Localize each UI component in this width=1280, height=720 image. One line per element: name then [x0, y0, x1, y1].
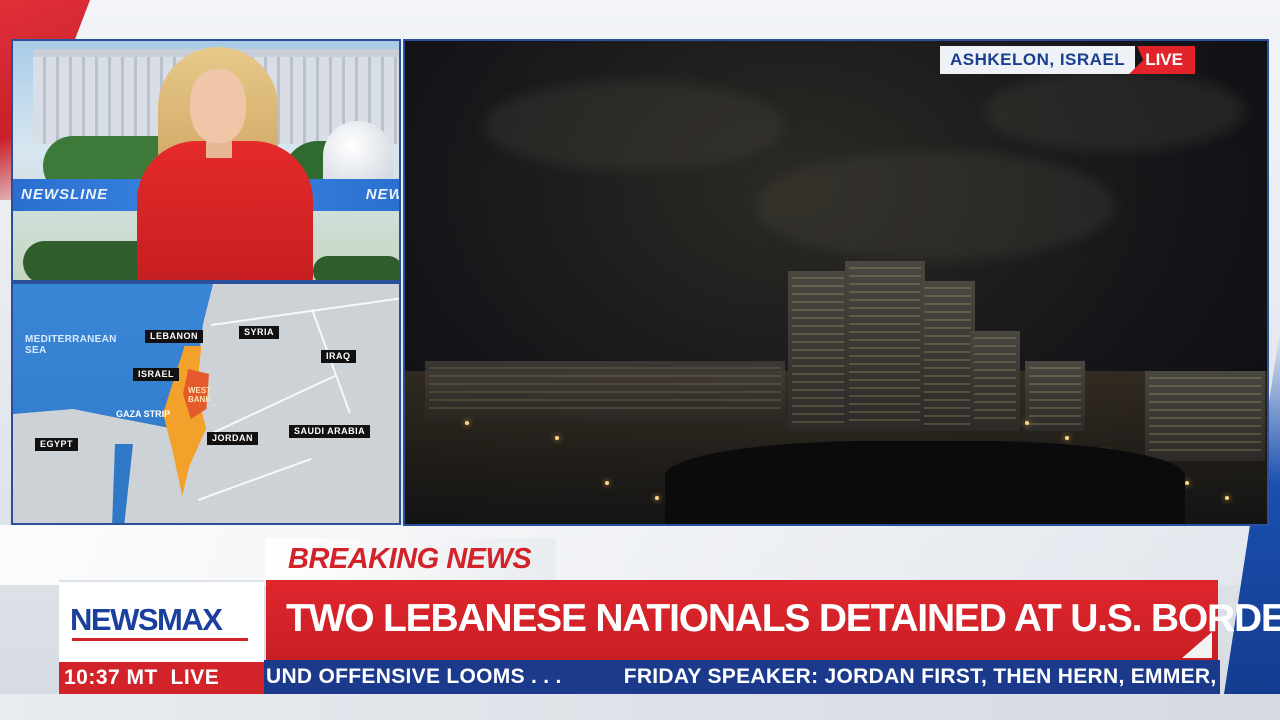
street-light: [655, 496, 659, 500]
label-saudi-arabia: SAUDI ARABIA: [289, 425, 371, 438]
label-israel: ISRAEL: [133, 368, 180, 381]
time-live-label: LIVE: [170, 666, 220, 689]
label-jordan: JORDAN: [207, 432, 259, 445]
apartment-tower: [845, 261, 925, 431]
trees-image: [313, 256, 399, 280]
apartment-tower: [920, 281, 975, 431]
clock-time: 10:37 MT: [64, 666, 158, 689]
building: [1145, 371, 1265, 461]
newsmax-logo: NEWSMAX: [70, 602, 223, 637]
street-light: [1065, 436, 1069, 440]
headline-text: TWO LEBANESE NATIONALS DETAINED AT U.S. …: [286, 597, 1280, 640]
street-light: [1225, 496, 1229, 500]
live-camera-feed: [403, 39, 1269, 526]
distant-buildings: [425, 361, 785, 421]
street-light: [605, 481, 609, 485]
anchor-face: [190, 69, 246, 143]
ticker-text: UND OFFENSIVE LOOMS . . . FRIDAY SPEAKER:…: [266, 662, 1220, 692]
street-light: [1185, 481, 1189, 485]
street-light: [1025, 421, 1029, 425]
street-light: [555, 436, 559, 440]
label-west-bank: WEST BANK: [188, 386, 212, 404]
label-lebanon: LEBANON: [145, 330, 203, 343]
studio-ticker-text: NEWSLINE: [21, 186, 109, 203]
apartment-tower: [970, 331, 1020, 431]
breaking-news-label: BREAKING NEWS: [288, 543, 532, 575]
anchor-red-dress: [137, 141, 313, 280]
ticker-item: UND OFFENSIVE LOOMS . . .: [266, 665, 562, 688]
label-syria: SYRIA: [239, 326, 280, 339]
logo-underline: [72, 638, 248, 641]
time-display: 10:37 MT LIVE: [64, 663, 219, 693]
location-badge: ASHKELON, ISRAEL LIVE: [940, 46, 1195, 74]
live-indicator: LIVE: [1129, 46, 1195, 74]
cloud: [485, 81, 785, 171]
studio-ticker-text: NEWSLINE: [365, 186, 399, 203]
sea-label: MEDITERRANEAN SEA: [25, 334, 117, 356]
street-light: [465, 421, 469, 425]
location-label: ASHKELON, ISRAEL: [940, 46, 1136, 74]
bottom-strip: [0, 694, 1280, 720]
apartment-tower: [788, 271, 848, 431]
cloud: [755, 151, 1115, 261]
background-band: [0, 525, 1280, 585]
news-ticker: UND OFFENSIVE LOOMS . . . FRIDAY SPEAKER:…: [264, 660, 1220, 694]
label-egypt: EGYPT: [35, 438, 79, 451]
label-gaza-strip: GAZA STRIP: [116, 409, 171, 419]
cloud: [985, 71, 1245, 151]
label-iraq: IRAQ: [321, 350, 356, 363]
anchor-video-panel: NEWSLINE NEWSLINE NEWSLINE: [11, 39, 401, 282]
dark-park-area: [665, 441, 1185, 524]
ticker-item: FRIDAY SPEAKER: JORDAN FIRST, THEN HERN,…: [623, 665, 1220, 688]
building: [1025, 361, 1085, 431]
region-map-panel: MEDITERRANEAN SEA LEBANON SYRIA IRAQ ISR…: [11, 282, 401, 525]
